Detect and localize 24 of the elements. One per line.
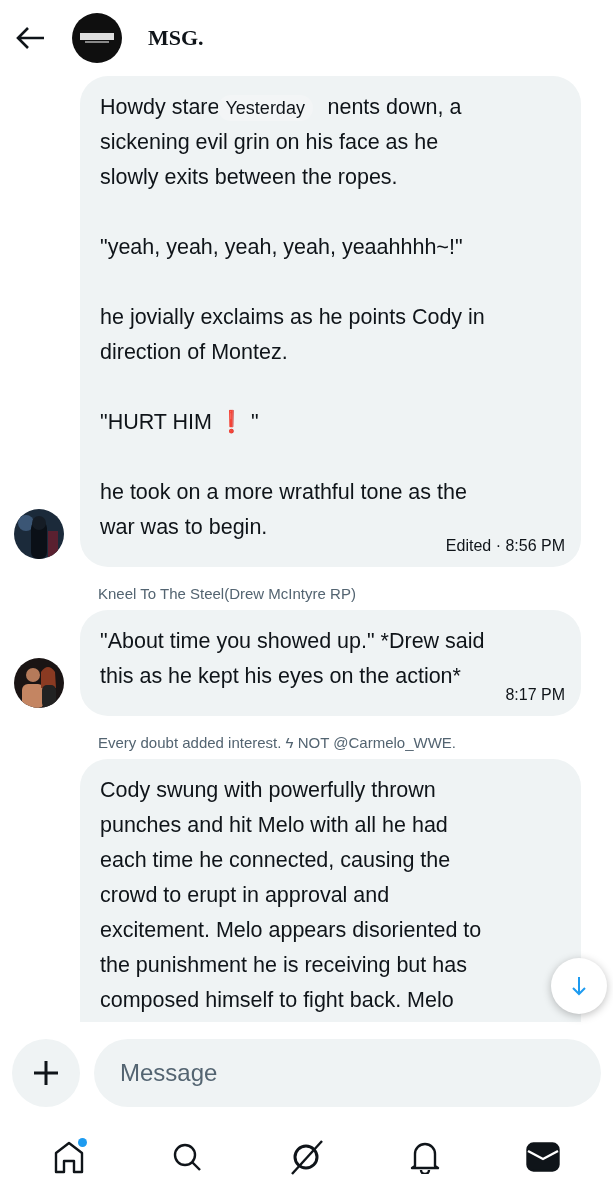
message-field[interactable]: Message (94, 1039, 601, 1107)
message-text: "yeah, yeah, yeah, yeah, yeaahhhh~!" (100, 234, 464, 261)
mail-icon (525, 1142, 560, 1172)
slashed-circle-icon (289, 1139, 324, 1175)
message-text: sickening evil grin on his face as he slowly exits between the ropes. (100, 129, 440, 191)
message-time: Edited · 8:56 PM (444, 537, 565, 555)
message-text: Cody swung with powerfully thrown punches and hit Melo with all he had each time he connected, causing the crowd to erupt in approval and excitement. Melo appears disoriented to the punishment he is receiving but has composed himself to fight back. Melo (100, 777, 483, 1014)
message-text: "HURT HIM ❗ " (100, 409, 260, 436)
notification-dot (78, 1138, 88, 1147)
scroll-down-button[interactable] (551, 958, 607, 1014)
message-time: 8:17 PM (504, 686, 565, 704)
plus-icon (32, 1059, 60, 1087)
conversation-title: MSG. (148, 25, 204, 51)
message-text: he jovially exclaims as he points Cody in direction of Montez. (100, 304, 486, 366)
sender-name: Kneel To The Steel(Drew McIntyre RP) (98, 585, 357, 602)
back-arrow-icon[interactable] (16, 26, 46, 50)
message-text: Howdy stare (100, 94, 220, 121)
logo (72, 13, 122, 63)
bell-icon (409, 1140, 440, 1174)
sender-name: Every doubt added interest. ϟ NOT @Carmelo_WWE. (98, 734, 458, 751)
down-arrow-icon (571, 976, 587, 996)
home-icon (53, 1140, 86, 1174)
message-text: nents down, a (327, 94, 462, 121)
date-pill: Yesterday (217, 95, 313, 121)
